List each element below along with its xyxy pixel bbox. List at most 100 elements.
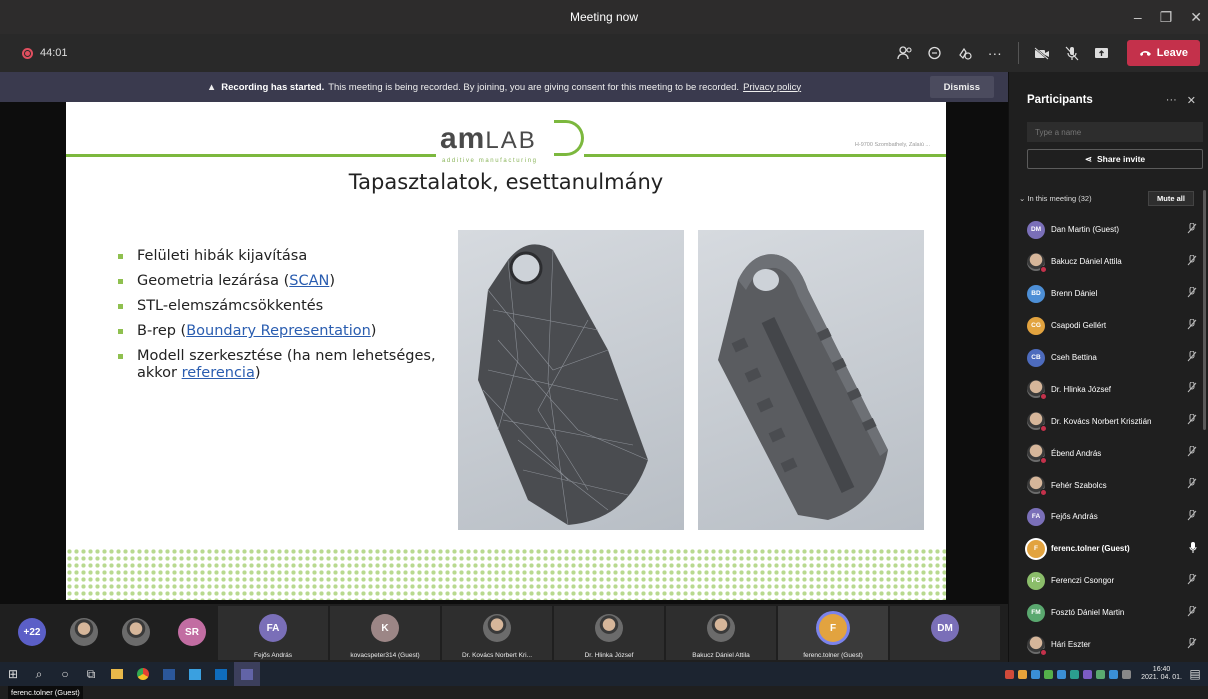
tray-icon[interactable] — [1044, 669, 1054, 679]
chrome-icon[interactable] — [130, 662, 156, 686]
participant-row[interactable]: Fehér Szabolcs — [1027, 469, 1203, 501]
chat-icon[interactable] — [920, 38, 950, 68]
minimize-icon[interactable]: – — [1134, 9, 1142, 25]
participant-row[interactable]: CG Csapodi Gellért — [1027, 310, 1203, 342]
tray-icon[interactable] — [1057, 669, 1067, 679]
restore-icon[interactable]: ❐ — [1160, 9, 1173, 26]
mic-off-icon[interactable] — [1187, 413, 1197, 428]
word-icon[interactable] — [156, 662, 182, 686]
participant-row[interactable]: Dr. Kovács Norbert Krisztián — [1027, 405, 1203, 437]
tray-icon[interactable] — [1096, 669, 1106, 679]
notification-icon[interactable]: ▤ — [1186, 662, 1204, 686]
participant-row[interactable]: Dr. Hlinka József — [1027, 373, 1203, 405]
participants-icon[interactable] — [890, 38, 920, 68]
teams-icon[interactable] — [234, 662, 260, 686]
dismiss-button[interactable]: Dismiss — [929, 76, 994, 98]
participant-tile[interactable]: DM — [890, 606, 1000, 660]
app-icon[interactable] — [182, 662, 208, 686]
participant-row[interactable]: CB Cseh Bettina — [1027, 342, 1203, 374]
cortana-icon[interactable]: ○ — [52, 662, 78, 686]
mic-off-icon[interactable] — [1187, 222, 1197, 237]
windows-start-icon[interactable]: ⊞ — [0, 662, 26, 686]
participant-tile[interactable]: Dr. Kovács Norbert Kri... — [442, 606, 552, 660]
tray-icon[interactable] — [1109, 669, 1119, 679]
share-screen-icon[interactable] — [1087, 38, 1117, 68]
tray-icon[interactable] — [1005, 669, 1015, 679]
participant-avatar-f: F — [819, 614, 847, 642]
participant-photo-avatar[interactable] — [70, 618, 98, 646]
participant-tile[interactable]: K kovacspeter314 (Guest) — [330, 606, 440, 660]
participant-row[interactable]: Bakucz Dániel Attila — [1027, 246, 1203, 278]
participant-avatar-fa: FA — [259, 614, 287, 642]
participant-tile-name: ferenc.tolner (Guest) — [803, 652, 863, 659]
task-view-icon[interactable]: ⧉ — [78, 662, 104, 686]
mic-off-icon[interactable] — [1187, 637, 1197, 652]
tray-icon[interactable] — [1018, 669, 1028, 679]
participant-row[interactable]: FA Fejős András — [1027, 501, 1203, 533]
mic-off-icon[interactable] — [1187, 445, 1197, 460]
mic-off-icon[interactable] — [1187, 573, 1197, 588]
overflow-count-badge[interactable]: +22 — [18, 618, 46, 646]
search-icon[interactable]: ⌕ — [26, 662, 52, 686]
participant-row[interactable]: FM Fosztó Dániel Martin — [1027, 597, 1203, 629]
tray-icon[interactable] — [1031, 669, 1041, 679]
participant-tile[interactable]: Dr. Hlinka József — [554, 606, 664, 660]
bullet-item: Felületi hibák kijavítása — [118, 248, 458, 265]
mic-off-icon[interactable] — [1187, 381, 1197, 396]
in-meeting-section-header[interactable]: ⌄ In this meeting (32) — [1019, 194, 1092, 203]
mic-off-icon[interactable] — [1187, 254, 1197, 269]
participant-avatar — [1027, 252, 1047, 273]
participant-search-input[interactable] — [1027, 122, 1203, 142]
mic-off-icon[interactable] — [1187, 477, 1197, 492]
camera-off-icon[interactable] — [1027, 38, 1057, 68]
participant-row[interactable]: BD Brenn Dániel — [1027, 278, 1203, 310]
reactions-icon[interactable] — [950, 38, 980, 68]
panel-scrollbar[interactable] — [1203, 190, 1206, 430]
participant-photo-avatar — [707, 614, 735, 642]
close-panel-icon[interactable]: ✕ — [1187, 94, 1196, 107]
mic-off-icon[interactable] — [1187, 350, 1197, 365]
file-explorer-icon[interactable] — [104, 662, 130, 686]
warning-icon: ▲ — [206, 81, 217, 93]
more-options-icon[interactable]: ··· — [1166, 94, 1177, 107]
participant-avatar-sr[interactable]: SR — [178, 618, 206, 646]
solid-model-image — [698, 230, 924, 530]
outlook-icon[interactable] — [208, 662, 234, 686]
mic-off-icon[interactable] — [1057, 38, 1087, 68]
tray-icon[interactable] — [1122, 669, 1132, 679]
mic-off-icon[interactable] — [1187, 509, 1197, 524]
participant-tile[interactable]: FA Fejős András — [218, 606, 328, 660]
participant-photo-avatar[interactable] — [122, 618, 150, 646]
mute-all-button[interactable]: Mute all — [1148, 191, 1194, 206]
tray-icon[interactable] — [1083, 669, 1093, 679]
more-options-icon[interactable]: ··· — [980, 38, 1010, 68]
tray-icon[interactable] — [1070, 669, 1080, 679]
participant-row[interactable]: FC Ferenczi Csongor — [1027, 565, 1203, 597]
participant-strip: +22 SR FA Fejős András K kovacspeter314 … — [0, 604, 1008, 662]
logo-rule-right — [584, 154, 946, 157]
participant-row[interactable]: Fferenc.tolner (Guest) — [1027, 533, 1203, 565]
referencia-link[interactable]: referencia — [182, 365, 255, 381]
participant-row[interactable]: DM Dan Martin (Guest) — [1027, 214, 1203, 246]
close-icon[interactable]: ✕ — [1190, 9, 1202, 26]
muted-badge — [1040, 393, 1047, 401]
share-invite-button[interactable]: ⋖ Share invite — [1027, 149, 1203, 169]
clock-time: 16:40 — [1152, 666, 1171, 673]
boundary-representation-link[interactable]: Boundary Representation — [186, 323, 371, 339]
participant-row[interactable]: Ébend András — [1027, 437, 1203, 469]
participant-photo-avatar — [483, 614, 511, 642]
participant-tile-active[interactable]: F ferenc.tolner (Guest) — [778, 606, 888, 660]
slide-title: Tapasztalatok, esettanulmány — [348, 170, 664, 194]
participant-row[interactable]: Hári Eszter — [1027, 629, 1203, 661]
privacy-policy-link[interactable]: Privacy policy — [743, 82, 801, 93]
mic-off-icon[interactable] — [1187, 318, 1197, 333]
scan-link[interactable]: SCAN — [289, 273, 329, 289]
participant-tile[interactable]: Bakucz Dániel Attila — [666, 606, 776, 660]
taskbar-clock[interactable]: 16:40 2021. 04. 01. — [1141, 666, 1182, 682]
mic-on-icon[interactable] — [1189, 541, 1197, 556]
mic-off-icon[interactable] — [1187, 286, 1197, 301]
mic-off-icon[interactable] — [1187, 605, 1197, 620]
participants-panel: Participants ··· ✕ ⋖ Share invite ⌄ In t… — [1008, 72, 1208, 662]
slide-address: H-9700 Szombathely, Zalaiú ... — [854, 142, 930, 148]
leave-button[interactable]: Leave — [1126, 40, 1200, 66]
